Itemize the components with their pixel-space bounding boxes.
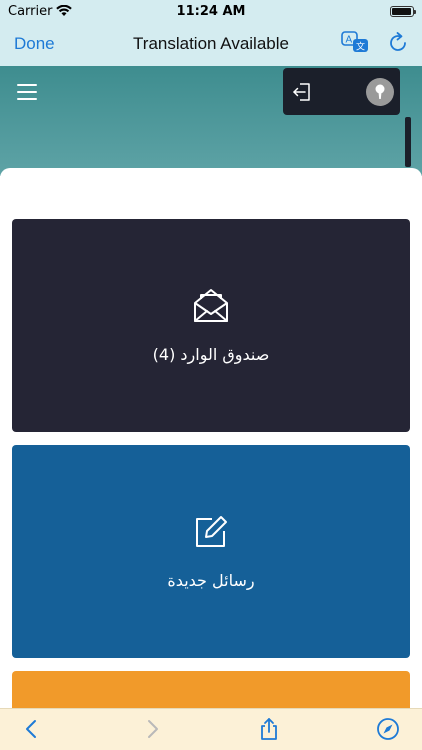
avatar-icon[interactable] [366, 78, 394, 106]
share-icon[interactable] [257, 717, 281, 741]
bottom-toolbar [0, 708, 422, 750]
orange-tile[interactable] [12, 671, 410, 708]
compass-icon[interactable] [376, 717, 400, 741]
nav-bar: Done Translation Available A 文 [0, 22, 422, 66]
reload-icon[interactable] [386, 30, 410, 56]
status-left: Carrier [8, 3, 73, 19]
inbox-tile[interactable]: صندوق الوارد (4) [12, 219, 410, 432]
user-panel [283, 68, 400, 115]
svg-text:文: 文 [356, 41, 365, 53]
hamburger-menu-icon[interactable] [17, 84, 37, 100]
new-messages-tile[interactable]: رسائل جديدة [12, 445, 410, 658]
status-bar: Carrier 11:24 AM [0, 0, 422, 22]
scroll-indicator [405, 117, 411, 167]
forward-icon[interactable] [140, 717, 164, 741]
logout-icon[interactable] [291, 81, 313, 103]
inbox-label: صندوق الوارد (4) [152, 345, 270, 364]
open-envelope-icon [194, 289, 228, 322]
content-card: صندوق الوارد (4) رسائل جديدة [0, 168, 422, 708]
done-button[interactable]: Done [14, 34, 55, 54]
svg-text:A: A [346, 35, 353, 46]
back-icon[interactable] [20, 717, 44, 741]
edit-icon [196, 516, 227, 547]
web-header [0, 66, 422, 176]
translate-icon[interactable]: A 文 [340, 30, 370, 56]
battery-fill [392, 7, 411, 15]
new-messages-label: رسائل جديدة [167, 571, 255, 590]
wifi-icon [56, 5, 73, 16]
battery-icon [390, 5, 416, 17]
carrier-label: Carrier [8, 3, 53, 19]
